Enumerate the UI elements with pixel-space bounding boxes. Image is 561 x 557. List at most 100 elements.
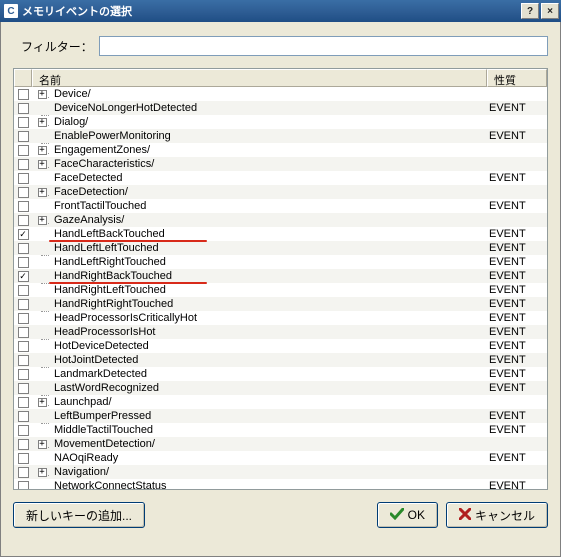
tree-cell[interactable]: + (32, 398, 52, 407)
list-item[interactable]: EnablePowerMonitoringEVENT (14, 129, 547, 143)
header-name[interactable]: 名前 (32, 69, 487, 87)
expand-icon[interactable]: + (38, 216, 47, 225)
checkbox[interactable] (18, 117, 29, 128)
tree-cell[interactable]: + (32, 160, 52, 169)
tree-cell[interactable]: + (32, 468, 52, 477)
checkbox[interactable] (18, 257, 29, 268)
checkbox-cell[interactable] (14, 159, 32, 170)
list-item[interactable]: HeadProcessorIsCriticallyHotEVENT (14, 311, 547, 325)
tree-cell[interactable]: + (32, 90, 52, 99)
cancel-button[interactable]: キャンセル (446, 502, 548, 528)
checkbox[interactable] (18, 215, 29, 226)
checkbox-cell[interactable] (14, 425, 32, 436)
list-item[interactable]: +FaceCharacteristics/ (14, 157, 547, 171)
checkbox[interactable] (18, 397, 29, 408)
checkbox[interactable] (18, 159, 29, 170)
list-item[interactable]: LeftBumperPressedEVENT (14, 409, 547, 423)
checkbox-cell[interactable] (14, 299, 32, 310)
header-checkbox-col[interactable] (14, 69, 32, 87)
checkbox-cell[interactable] (14, 243, 32, 254)
checkbox[interactable] (18, 89, 29, 100)
checkbox-cell[interactable] (14, 313, 32, 324)
tree-cell[interactable]: + (32, 188, 52, 197)
list-item[interactable]: NetworkConnectStatusEVENT (14, 479, 547, 489)
checkbox[interactable] (18, 313, 29, 324)
list-item[interactable]: DeviceNoLongerHotDetectedEVENT (14, 101, 547, 115)
checkbox-cell[interactable] (14, 103, 32, 114)
list-item[interactable]: FrontTactilTouchedEVENT (14, 199, 547, 213)
tree-cell[interactable]: + (32, 118, 52, 127)
list-item[interactable]: ✓HandRightBackTouchedEVENT (14, 269, 547, 283)
checkbox-cell[interactable] (14, 145, 32, 156)
list-item[interactable]: HotDeviceDetectedEVENT (14, 339, 547, 353)
checkbox-cell[interactable] (14, 285, 32, 296)
checkbox[interactable] (18, 327, 29, 338)
checkbox[interactable] (18, 145, 29, 156)
checkbox-cell[interactable] (14, 201, 32, 212)
ok-button[interactable]: OK (377, 502, 438, 528)
checkbox[interactable] (18, 383, 29, 394)
list-item[interactable]: FaceDetectedEVENT (14, 171, 547, 185)
expand-icon[interactable]: + (38, 160, 47, 169)
help-button[interactable]: ? (521, 3, 539, 19)
checkbox[interactable] (18, 131, 29, 142)
checkbox-cell[interactable] (14, 257, 32, 268)
tree-cell[interactable]: + (32, 216, 52, 225)
expand-icon[interactable]: + (38, 118, 47, 127)
checkbox-cell[interactable] (14, 187, 32, 198)
checkbox[interactable] (18, 425, 29, 436)
checkbox-cell[interactable] (14, 383, 32, 394)
checkbox[interactable] (18, 201, 29, 212)
filter-input[interactable] (99, 36, 548, 56)
list-item[interactable]: HandRightLeftTouchedEVENT (14, 283, 547, 297)
list-item[interactable]: HotJointDetectedEVENT (14, 353, 547, 367)
expand-icon[interactable]: + (38, 90, 47, 99)
checkbox-cell[interactable] (14, 327, 32, 338)
checkbox-cell[interactable] (14, 453, 32, 464)
checkbox-cell[interactable]: ✓ (14, 271, 32, 282)
expand-icon[interactable]: + (38, 398, 47, 407)
list-item[interactable]: +MovementDetection/ (14, 437, 547, 451)
checkbox[interactable] (18, 341, 29, 352)
list-item[interactable]: +Device/ (14, 87, 547, 101)
checkbox-cell[interactable] (14, 369, 32, 380)
checkbox-cell[interactable] (14, 131, 32, 142)
expand-icon[interactable]: + (38, 146, 47, 155)
checkbox[interactable] (18, 103, 29, 114)
checkbox-cell[interactable] (14, 397, 32, 408)
list-item[interactable]: LastWordRecognizedEVENT (14, 381, 547, 395)
list-item[interactable]: +Navigation/ (14, 465, 547, 479)
list-item[interactable]: +EngagementZones/ (14, 143, 547, 157)
checkbox[interactable] (18, 173, 29, 184)
checkbox-cell[interactable] (14, 439, 32, 450)
checkbox[interactable] (18, 481, 29, 490)
list-item[interactable]: +GazeAnalysis/ (14, 213, 547, 227)
checkbox-cell[interactable] (14, 481, 32, 490)
checkbox-cell[interactable] (14, 215, 32, 226)
list-body[interactable]: +Device/DeviceNoLongerHotDetectedEVENT+D… (14, 87, 547, 489)
checkbox[interactable] (18, 285, 29, 296)
checkbox-cell[interactable] (14, 173, 32, 184)
tree-cell[interactable]: + (32, 146, 52, 155)
list-item[interactable]: HandLeftLeftTouchedEVENT (14, 241, 547, 255)
checkbox[interactable] (18, 411, 29, 422)
checkbox-cell[interactable] (14, 467, 32, 478)
checkbox[interactable] (18, 299, 29, 310)
checkbox-cell[interactable] (14, 89, 32, 100)
expand-icon[interactable]: + (38, 188, 47, 197)
checkbox[interactable]: ✓ (18, 229, 29, 240)
checkbox-cell[interactable]: ✓ (14, 229, 32, 240)
checkbox[interactable]: ✓ (18, 271, 29, 282)
list-item[interactable]: +Dialog/ (14, 115, 547, 129)
checkbox-cell[interactable] (14, 117, 32, 128)
list-item[interactable]: HandRightRightTouchedEVENT (14, 297, 547, 311)
checkbox-cell[interactable] (14, 355, 32, 366)
checkbox[interactable] (18, 369, 29, 380)
close-button[interactable]: × (541, 3, 559, 19)
expand-icon[interactable]: + (38, 440, 47, 449)
list-item[interactable]: HeadProcessorIsHotEVENT (14, 325, 547, 339)
checkbox[interactable] (18, 187, 29, 198)
list-item[interactable]: ✓HandLeftBackTouchedEVENT (14, 227, 547, 241)
checkbox-cell[interactable] (14, 411, 32, 422)
list-item[interactable]: +FaceDetection/ (14, 185, 547, 199)
